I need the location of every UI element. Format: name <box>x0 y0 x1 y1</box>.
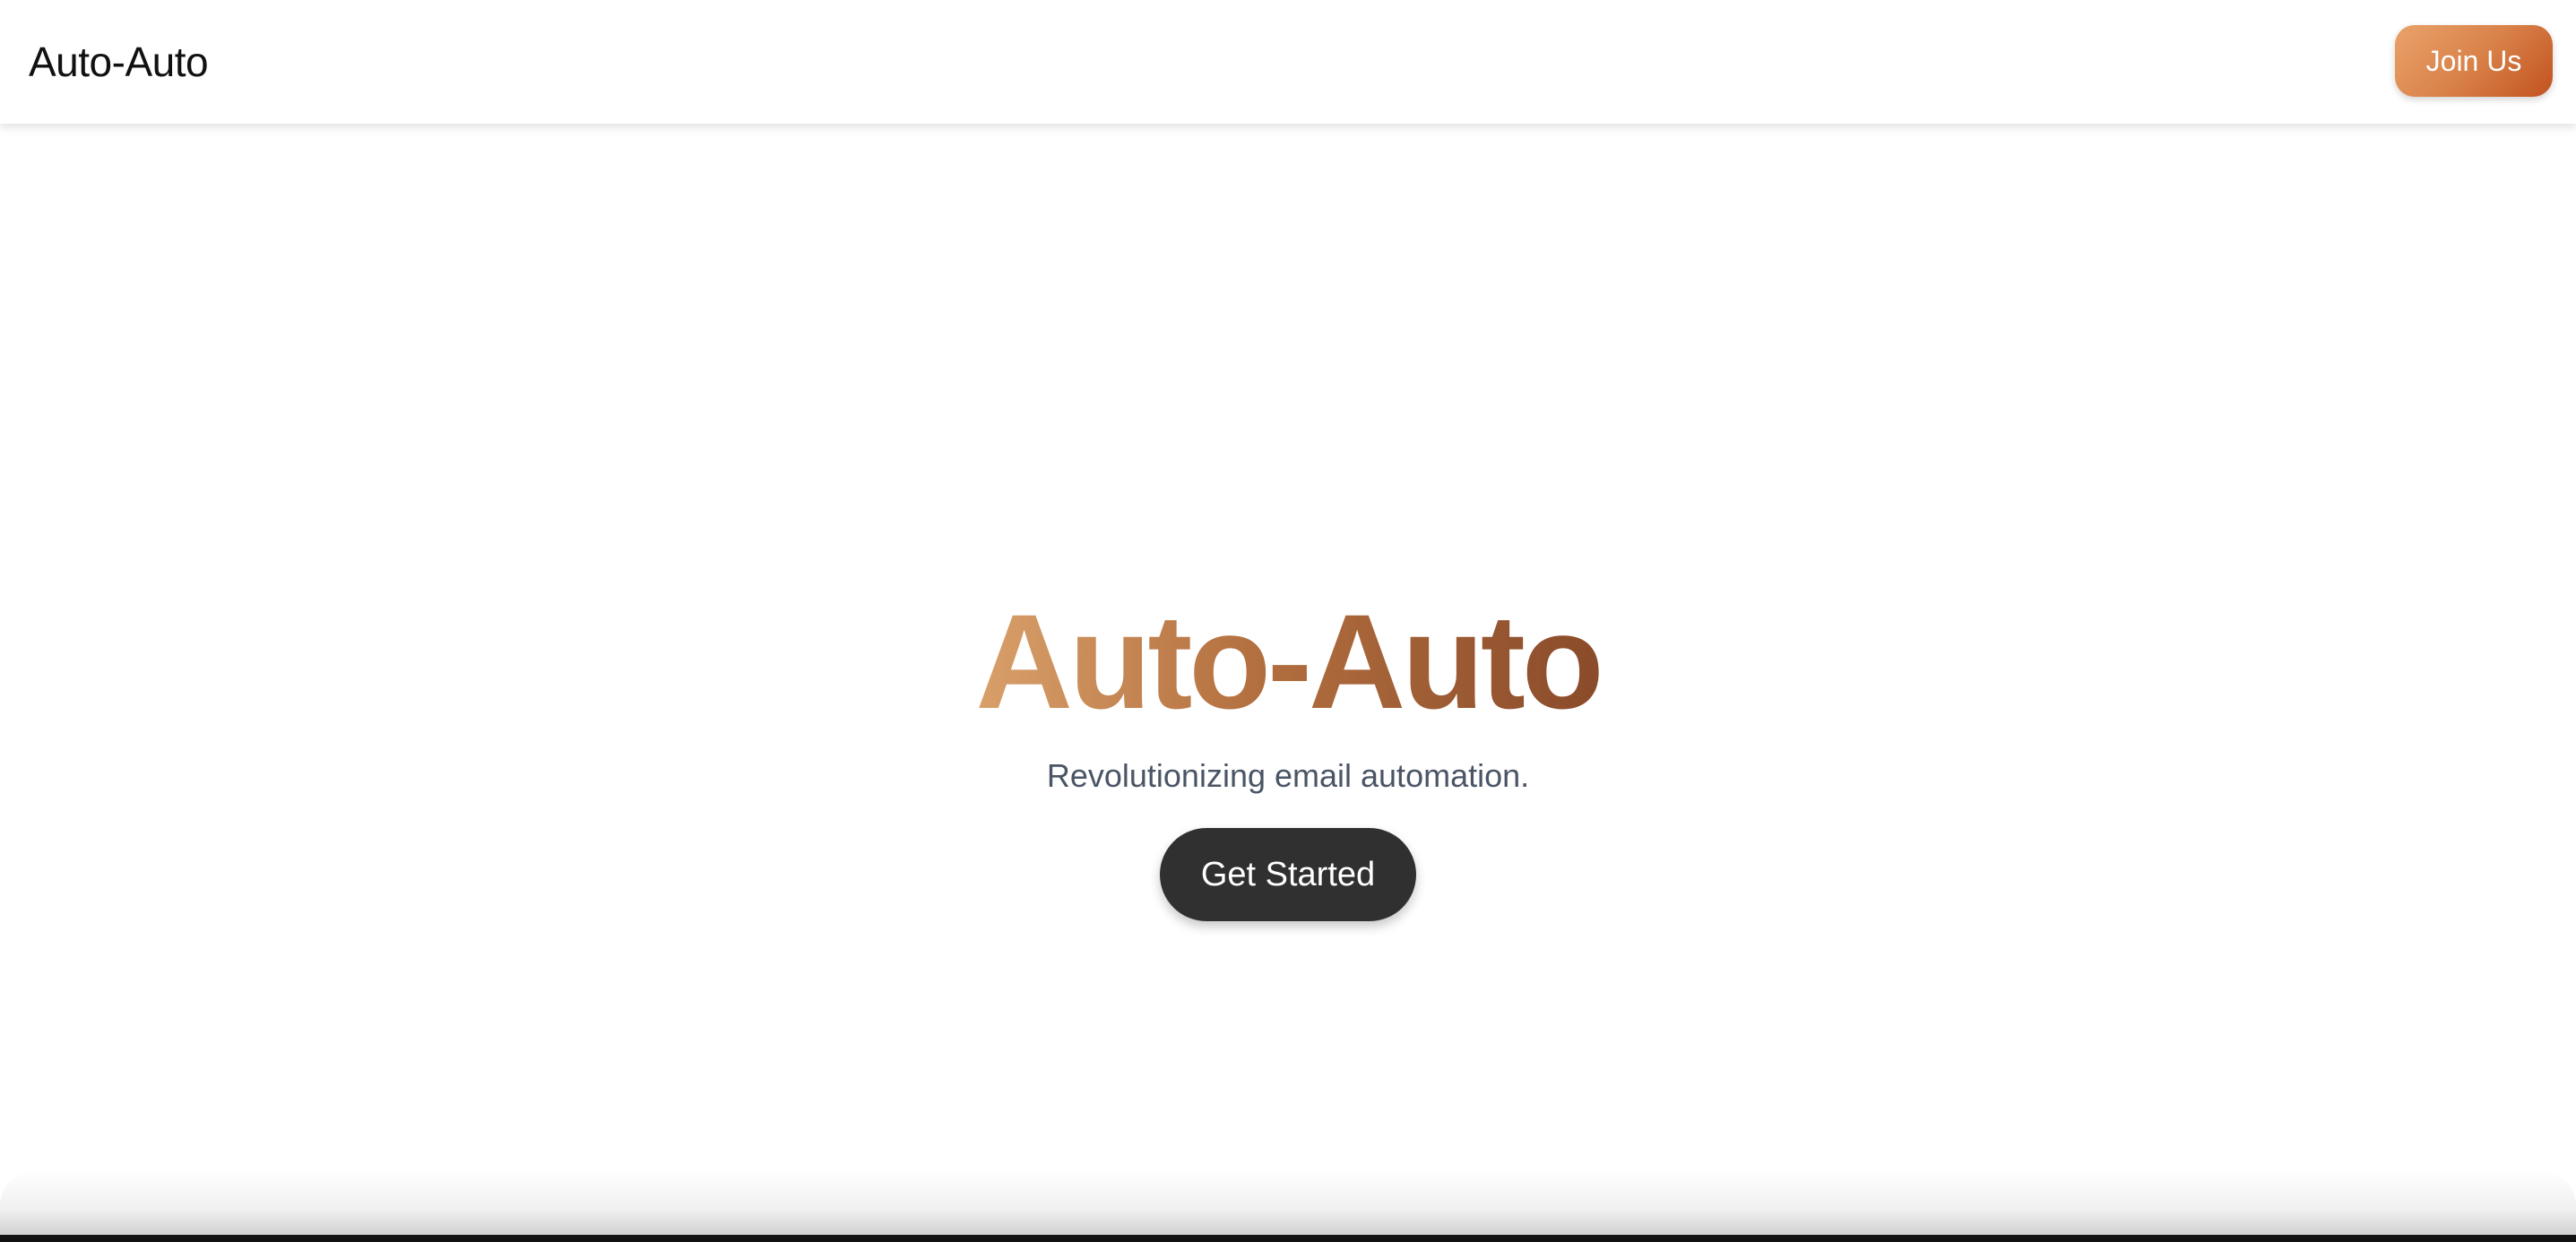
hero-section: Auto-Auto Revolutionizing email automati… <box>0 124 2576 1242</box>
join-us-button[interactable]: Join Us <box>2395 25 2553 97</box>
hero-title: Auto-Auto <box>975 586 1604 737</box>
top-navbar: Auto-Auto Join Us <box>0 0 2576 124</box>
page: Auto-Auto Join Us Auto-Auto Revolutioniz… <box>0 0 2576 1242</box>
get-started-button[interactable]: Get Started <box>1160 828 1416 921</box>
brand-logo-text[interactable]: Auto-Auto <box>29 0 209 124</box>
hero-subtitle: Revolutionizing email automation. <box>1046 757 1530 794</box>
bottom-edge <box>0 1235 2576 1242</box>
bottom-shadow-divider <box>0 1170 2576 1242</box>
